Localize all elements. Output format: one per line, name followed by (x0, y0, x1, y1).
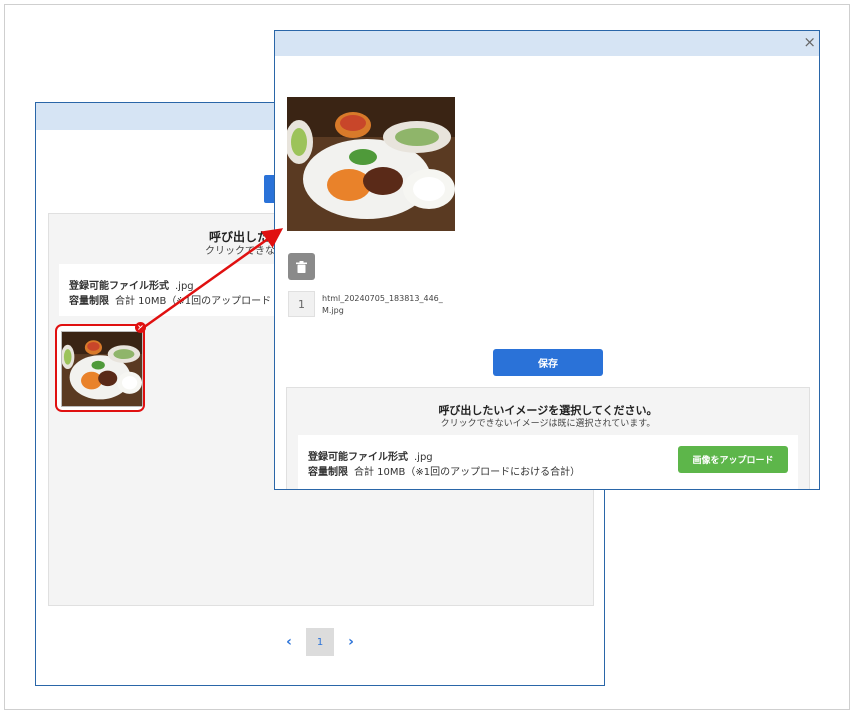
format-label: 登録可能ファイル形式 (69, 281, 169, 292)
selected-food-photo (287, 97, 455, 231)
upload-info-box: 登録可能ファイル形式 .jpg 容量制限 合計 10MB（※1回のアップロードにおけ… (298, 435, 798, 489)
format-value: .jpg (175, 281, 194, 292)
format-label: 登録可能ファイル形式 (308, 452, 408, 463)
next-page-icon[interactable]: › (346, 634, 356, 650)
close-icon[interactable]: × (803, 33, 816, 51)
prev-page-icon[interactable]: ‹ (284, 634, 294, 650)
panel-subtitle: クリックできないイメージは既に選択されています。 (440, 419, 656, 429)
save-button[interactable]: 保存 (493, 349, 603, 376)
size-line: 容量制限 合計 10MB（※1回のアップロード (69, 292, 271, 307)
image-edit-dialog: × 1 html_20240705_183813_446_M.jpg 保存 呼び… (274, 30, 820, 490)
size-value: 合計 10MB（※1回のアップロード (115, 296, 272, 307)
format-line: 登録可能ファイル形式 .jpg (308, 448, 433, 463)
file-name: html_20240705_183813_446_M.jpg (322, 294, 443, 315)
image-thumbnail-selected[interactable]: × (55, 322, 146, 412)
trash-icon (296, 260, 307, 273)
remove-image-icon[interactable]: × (135, 322, 146, 333)
upload-image-button[interactable]: 画像をアップロード (678, 446, 788, 473)
panel-subtitle: クリックできな (205, 246, 275, 257)
size-value: 合計 10MB（※1回のアップロードにおける合計） (354, 467, 581, 478)
page-1-button[interactable]: 1 (306, 628, 334, 656)
size-label: 容量制限 (69, 296, 109, 307)
image-select-panel: 呼び出したいイメージを選択してください。 クリックできないイメージは既に選択され… (286, 387, 810, 489)
size-label: 容量制限 (308, 467, 348, 478)
pagination: ‹ 1 › (284, 628, 356, 656)
delete-image-button[interactable] (288, 253, 315, 280)
food-photo-thumbnail (61, 331, 143, 407)
format-line: 登録可能ファイル形式 .jpg (69, 277, 194, 292)
size-line: 容量制限 合計 10MB（※1回のアップロードにおける合計） (308, 463, 580, 478)
dialog-header: × (275, 31, 819, 56)
format-value: .jpg (414, 452, 433, 463)
file-index: 1 (288, 291, 315, 317)
upload-info-box: 登録可能ファイル形式 .jpg 容量制限 合計 10MB（※1回のアップロード (59, 264, 309, 316)
